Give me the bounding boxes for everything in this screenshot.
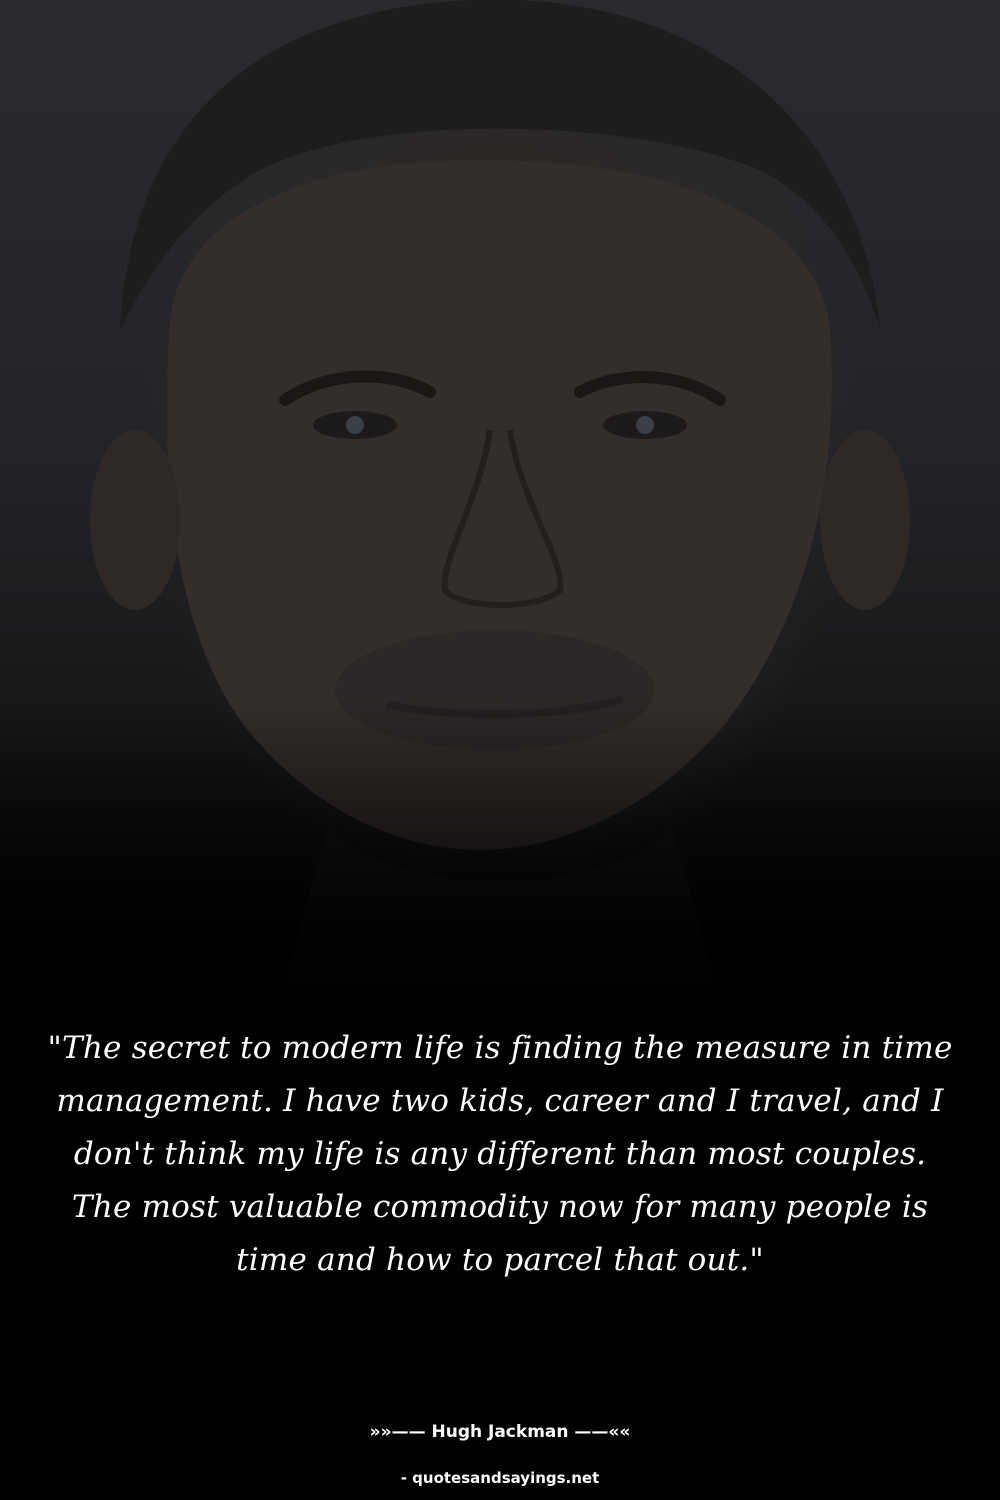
source-link[interactable]: - quotesandsayings.net <box>0 1467 1000 1489</box>
image-fade-overlay <box>0 700 1000 1020</box>
right-ear-shape <box>820 430 910 610</box>
right-iris-shape <box>636 416 654 434</box>
left-iris-shape <box>346 416 364 434</box>
quote-text: "The secret to modern life is finding th… <box>47 1030 953 1278</box>
author-line: »»—— Hugh Jackman ——«« <box>369 1422 631 1442</box>
quote-card: "The secret to modern life is finding th… <box>0 0 1000 1500</box>
left-ear-shape <box>90 430 180 610</box>
